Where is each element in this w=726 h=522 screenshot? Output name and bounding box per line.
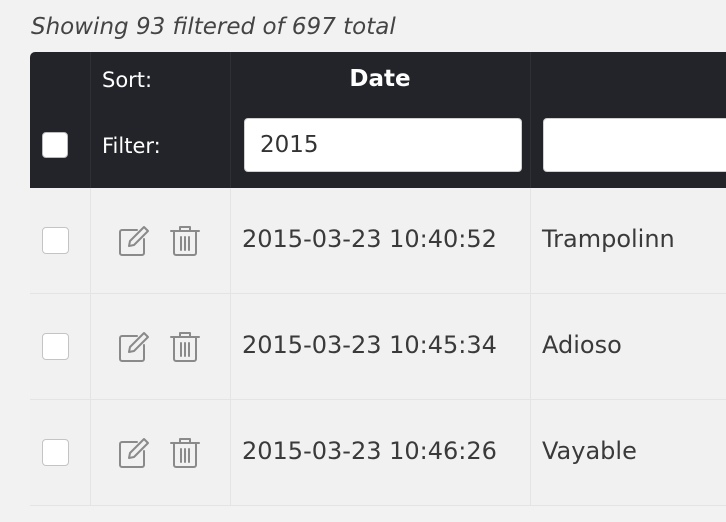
filter-label: Filter: bbox=[102, 134, 161, 158]
sort-label: Sort: bbox=[102, 68, 153, 92]
select-all-checkbox[interactable] bbox=[42, 132, 68, 158]
row-actions-cell bbox=[90, 400, 231, 505]
row-name: Vayable bbox=[542, 437, 637, 465]
table-header: Sort: Filter: Date bbox=[30, 52, 726, 188]
table-row: 2015-03-23 10:46:26 Vayable bbox=[30, 400, 726, 506]
row-actions-cell bbox=[90, 294, 231, 399]
row-date: 2015-03-23 10:40:52 bbox=[242, 225, 497, 253]
row-checkbox[interactable] bbox=[42, 333, 69, 360]
data-table: Sort: Filter: Date 2015 2015-03-23 10:40… bbox=[30, 52, 726, 522]
edit-icon[interactable] bbox=[117, 224, 151, 258]
name-filter-input[interactable] bbox=[543, 118, 726, 172]
date-filter-input[interactable] bbox=[244, 118, 522, 172]
row-actions-cell bbox=[90, 188, 231, 293]
row-checkbox[interactable] bbox=[42, 227, 69, 254]
trash-icon[interactable] bbox=[168, 224, 202, 258]
sort-date-header[interactable]: Date bbox=[230, 66, 530, 92]
header-select-column bbox=[30, 52, 91, 188]
results-summary: Showing 93 filtered of 697 total bbox=[31, 14, 396, 40]
row-checkbox[interactable] bbox=[42, 439, 69, 466]
edit-icon[interactable] bbox=[117, 436, 151, 470]
trash-icon[interactable] bbox=[168, 330, 202, 364]
table-body: 2015-03-23 10:40:52 Trampolinn 2015-03-2… bbox=[30, 188, 726, 506]
row-name: Trampolinn bbox=[542, 225, 675, 253]
row-name: Adioso bbox=[542, 331, 622, 359]
table-row: 2015-03-23 10:45:34 Adioso bbox=[30, 294, 726, 400]
row-date: 2015-03-23 10:45:34 bbox=[242, 331, 497, 359]
row-date: 2015-03-23 10:46:26 bbox=[242, 437, 497, 465]
table-row: 2015-03-23 10:40:52 Trampolinn bbox=[30, 188, 726, 294]
edit-icon[interactable] bbox=[117, 330, 151, 364]
trash-icon[interactable] bbox=[168, 436, 202, 470]
